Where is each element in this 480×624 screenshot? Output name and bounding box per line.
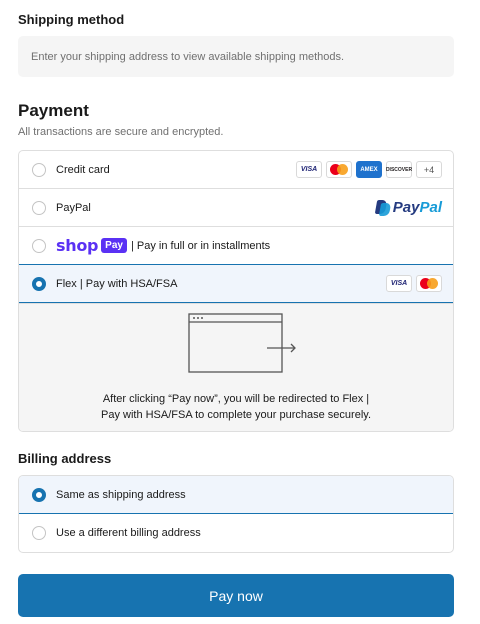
- same-as-shipping-label: Same as shipping address: [56, 488, 186, 501]
- discover-card-icon: DISCOVER: [386, 161, 412, 178]
- payment-option-paypal[interactable]: PayPal Pay Pal: [19, 189, 453, 227]
- billing-option-different-address[interactable]: Use a different billing address: [19, 514, 453, 552]
- different-address-label: Use a different billing address: [56, 527, 201, 539]
- flex-card-icons: VISA: [386, 265, 442, 302]
- mastercard-icon: [416, 275, 442, 292]
- more-cards-badge: +4: [416, 161, 442, 178]
- flex-label: Flex | Pay with HSA/FSA: [56, 277, 178, 290]
- different-address-radio[interactable]: [32, 526, 46, 540]
- paypal-radio[interactable]: [32, 200, 46, 215]
- mastercard-icon: [326, 161, 352, 178]
- same-as-shipping-radio[interactable]: [32, 487, 46, 502]
- paypal-logo-pay: Pay: [392, 199, 420, 216]
- paypal-label: PayPal: [56, 201, 91, 214]
- redirect-message: After clicking “Pay now”, you will be re…: [19, 391, 453, 423]
- flex-radio[interactable]: [32, 276, 46, 291]
- payment-option-credit-card[interactable]: Credit card VISA AMEX DISCOVER +4: [19, 151, 453, 189]
- shipping-methods-placeholder: Enter your shipping address to view avai…: [18, 36, 454, 77]
- billing-option-same-as-shipping[interactable]: Same as shipping address: [19, 476, 453, 514]
- payment-options-group: Credit card VISA AMEX DISCOVER +4 PayPal…: [18, 150, 454, 432]
- shop-pay-badge: Pay: [101, 238, 127, 253]
- shipping-method-heading: Shipping method: [18, 12, 125, 27]
- shop-logo-text: shop: [56, 236, 99, 255]
- credit-card-radio[interactable]: [32, 162, 46, 177]
- amex-card-icon: AMEX: [356, 161, 382, 178]
- browser-redirect-icon: [188, 313, 296, 373]
- visa-card-icon: VISA: [296, 161, 322, 178]
- shop-pay-label: | Pay in full or in installments: [130, 239, 271, 252]
- shop-pay-radio[interactable]: [32, 238, 46, 253]
- paypal-logo: Pay Pal: [374, 189, 442, 226]
- pay-now-button[interactable]: Pay now: [18, 574, 454, 617]
- payment-option-shop-pay[interactable]: shop Pay | Pay in full or in installment…: [19, 227, 453, 265]
- credit-card-icons: VISA AMEX DISCOVER +4: [296, 151, 442, 188]
- redirect-message-line2: Pay with HSA/FSA to complete your purcha…: [100, 409, 372, 421]
- credit-card-label: Credit card: [56, 163, 110, 176]
- paypal-logo-pal: Pal: [419, 199, 442, 216]
- payment-option-flex-hsa-fsa[interactable]: Flex | Pay with HSA/FSA VISA: [19, 264, 453, 303]
- paypal-p-icon: [374, 199, 391, 216]
- billing-address-heading: Billing address: [18, 451, 112, 466]
- redirect-info-panel: After clicking “Pay now”, you will be re…: [19, 303, 453, 431]
- billing-options-group: Same as shipping address Use a different…: [18, 475, 454, 553]
- visa-card-icon: VISA: [386, 275, 412, 292]
- payment-security-note: All transactions are secure and encrypte…: [18, 126, 224, 138]
- redirect-message-line1: After clicking “Pay now”, you will be re…: [102, 393, 370, 405]
- payment-heading: Payment: [18, 101, 89, 120]
